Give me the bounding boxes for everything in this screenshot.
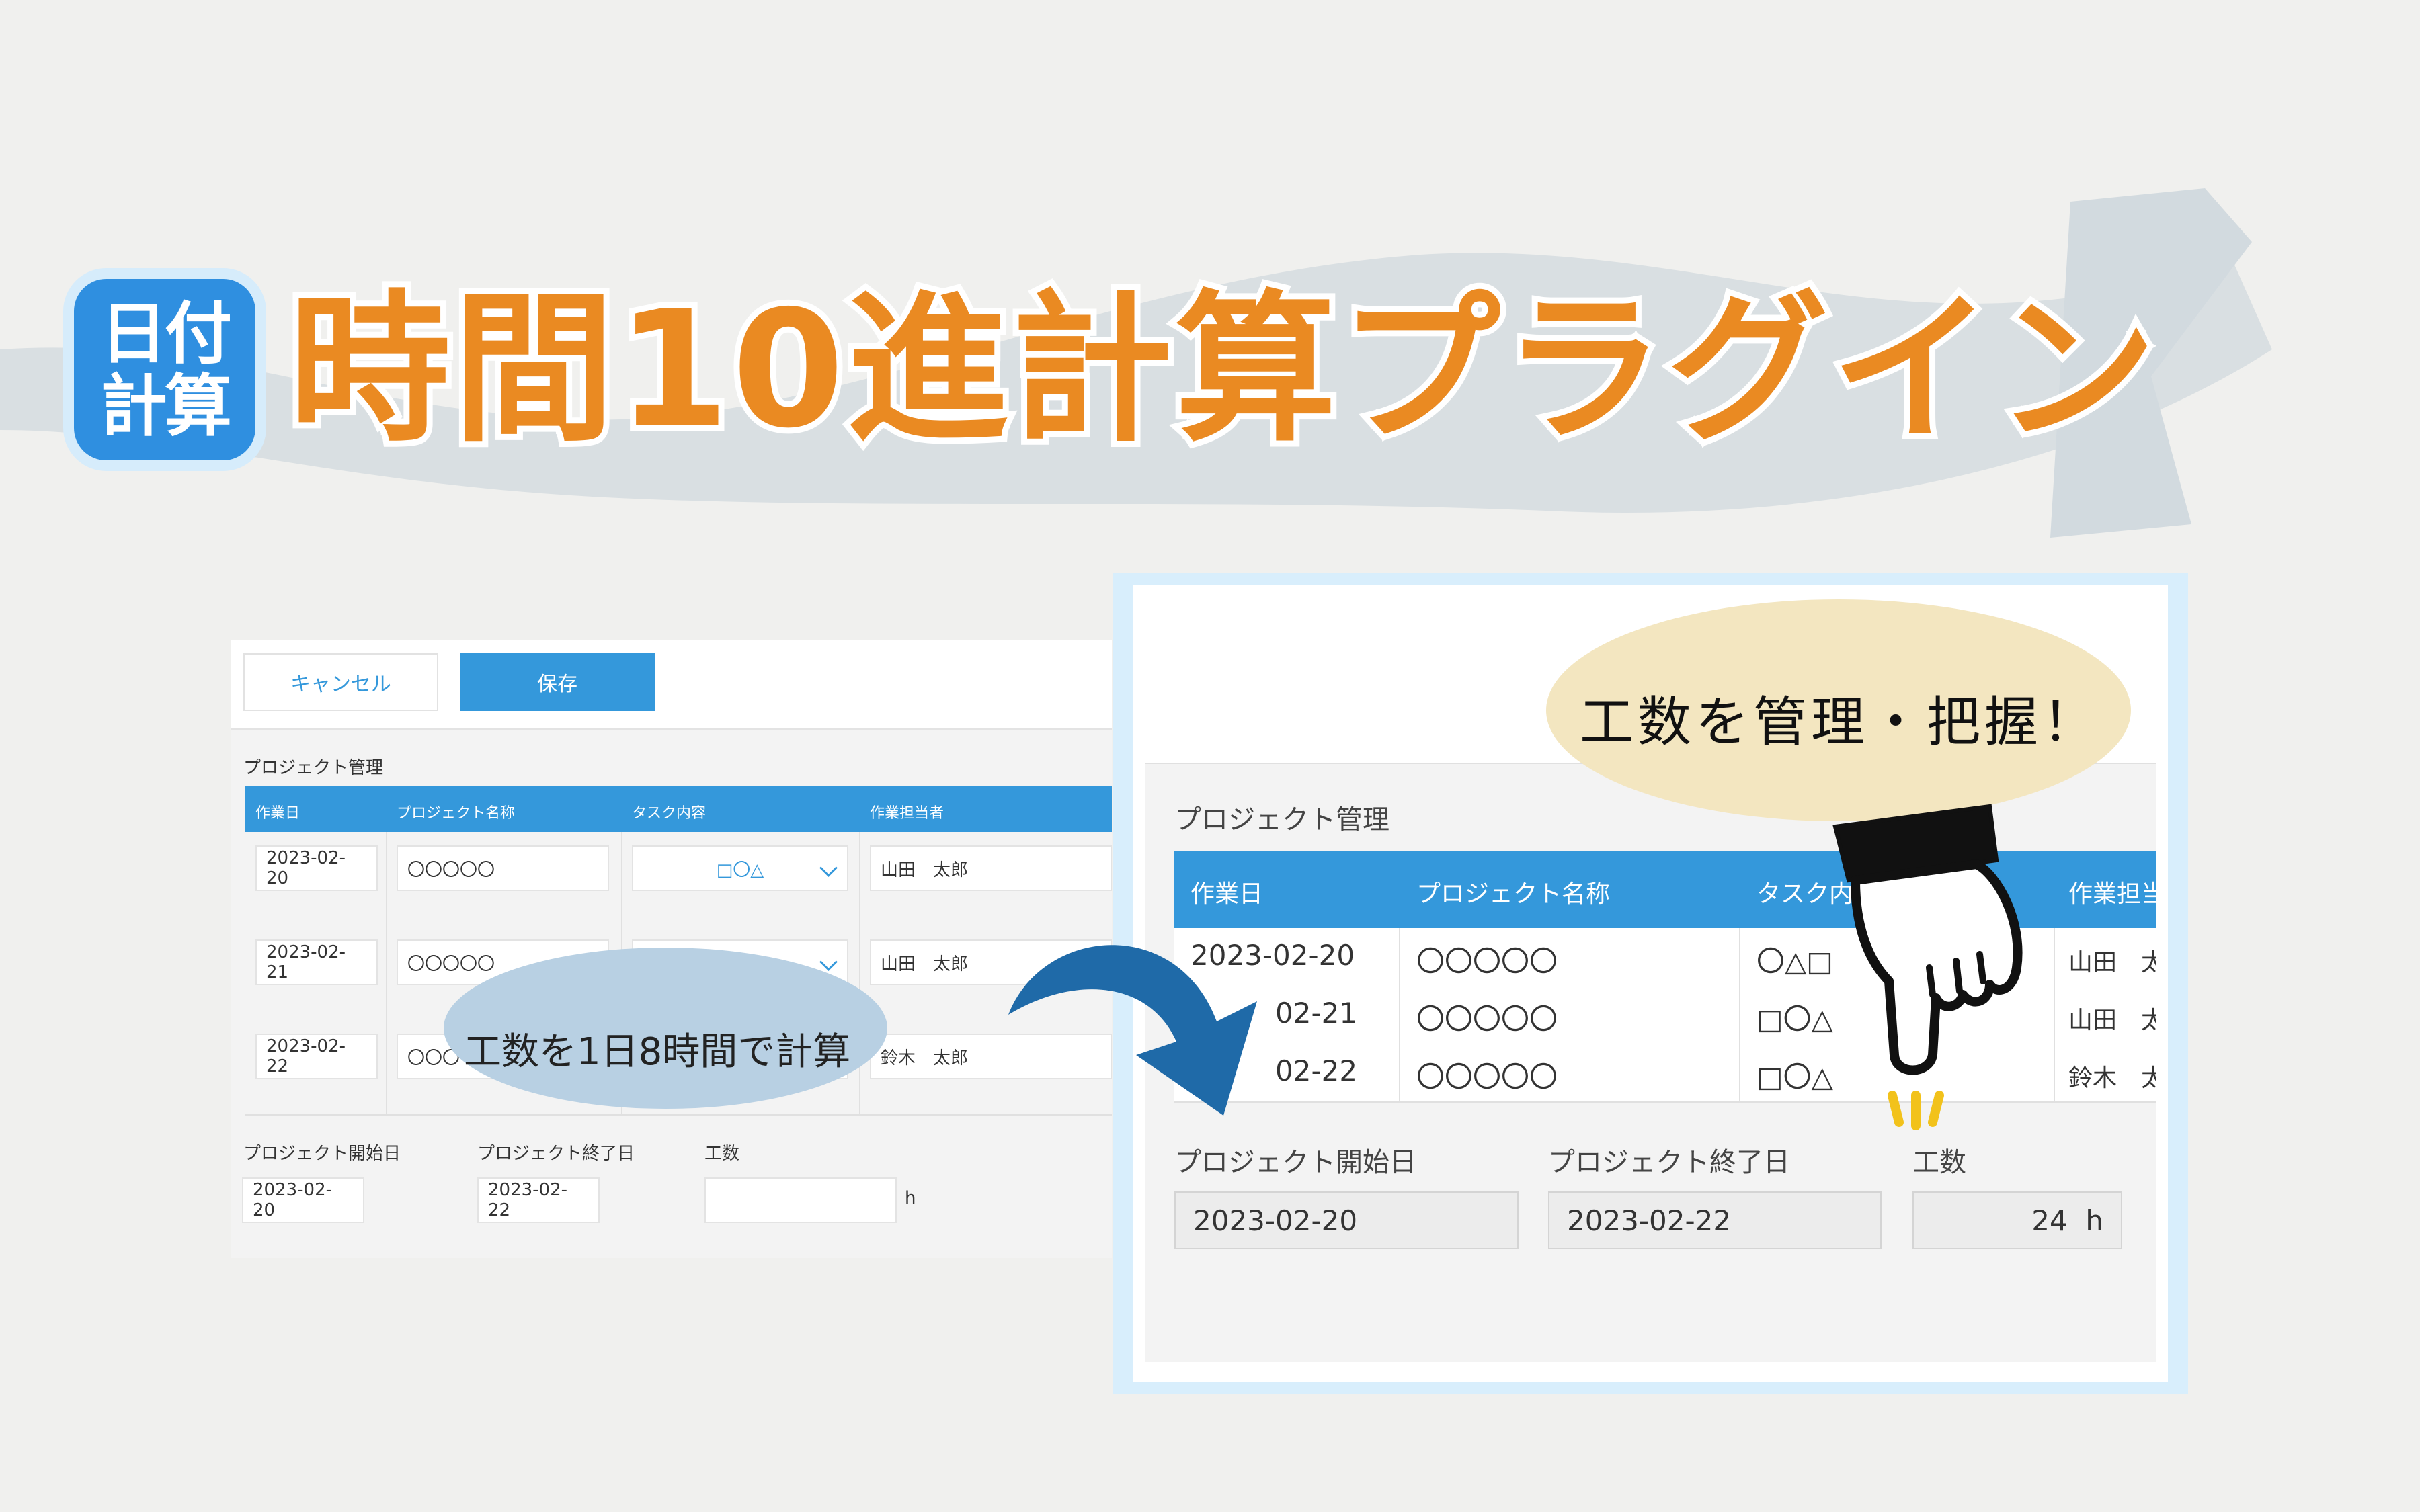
start-date-field[interactable]: 2023-02-20 bbox=[242, 1177, 364, 1223]
end-date-label: プロジェクト終了日 bbox=[477, 1144, 635, 1164]
section-label: プロジェクト管理 bbox=[243, 758, 384, 778]
column-header-date: 作業日 bbox=[1191, 880, 1264, 908]
project-name-field[interactable]: 〇〇〇〇〇 bbox=[397, 845, 609, 891]
effort-field[interactable]: 24 h bbox=[1912, 1191, 2122, 1249]
page-title: 時間10進計算プラグイン bbox=[283, 276, 2163, 464]
start-date-label: プロジェクト開始日 bbox=[1174, 1147, 1416, 1178]
task-cell: 〇△□ bbox=[1757, 945, 1833, 978]
column-header-person: 作業担当 bbox=[2068, 880, 2156, 908]
person-cell: 鈴木 太 bbox=[2068, 1064, 2156, 1092]
cancel-button[interactable]: キャンセル bbox=[243, 653, 438, 711]
column-header-project-name: プロジェクト名称 bbox=[397, 805, 516, 822]
app-icon-line2: 計算 bbox=[100, 367, 232, 446]
save-button[interactable]: 保存 bbox=[460, 653, 655, 711]
start-date-label: プロジェクト開始日 bbox=[243, 1144, 401, 1164]
end-date-field[interactable]: 2023-02-22 bbox=[1548, 1191, 1882, 1249]
callout-text-left: 工数を1日8時間で計算 bbox=[464, 1030, 851, 1074]
task-select-value: □〇△ bbox=[716, 859, 764, 880]
table-row: 2023-02-20 〇〇〇〇〇 □〇△ 山田 太郎 bbox=[245, 832, 1112, 927]
left-toolbar: キャンセル 保存 bbox=[231, 640, 1112, 730]
task-cell: □〇△ bbox=[1757, 1060, 1833, 1093]
pointing-hand-icon bbox=[1832, 804, 2023, 1130]
curved-arrow-icon bbox=[1008, 945, 1257, 1116]
person-field[interactable]: 山田 太郎 bbox=[870, 845, 1112, 891]
column-header-project-name: プロジェクト名称 bbox=[1416, 880, 1611, 908]
task-select[interactable]: □〇△ bbox=[632, 845, 848, 891]
date-field[interactable]: 2023-02-22 bbox=[255, 1034, 378, 1079]
effort-field[interactable] bbox=[704, 1177, 897, 1223]
date-cell: 02-21 bbox=[1275, 997, 1358, 1030]
column-header-person: 作業担当者 bbox=[870, 805, 944, 822]
person-cell: 山田 太 bbox=[2068, 1007, 2156, 1034]
effort-unit: h bbox=[905, 1188, 916, 1208]
column-header-task: タスク内容 bbox=[632, 805, 707, 822]
task-cell: □〇△ bbox=[1757, 1003, 1833, 1036]
date-cell: 02-22 bbox=[1275, 1054, 1358, 1087]
end-date-field[interactable]: 2023-02-22 bbox=[477, 1177, 600, 1223]
person-cell: 山田 太 bbox=[2068, 949, 2156, 976]
app-icon: 日付 計算 bbox=[74, 279, 255, 460]
effort-label: 工数 bbox=[704, 1144, 740, 1164]
end-date-label: プロジェクト終了日 bbox=[1548, 1147, 1790, 1178]
project-name-cell: 〇〇〇〇〇 bbox=[1416, 945, 1558, 978]
chevron-down-icon bbox=[819, 953, 838, 971]
callout-text-right: 工数を管理・把握！ bbox=[1580, 691, 2100, 753]
section-label: プロジェクト管理 bbox=[1174, 804, 1389, 835]
project-name-cell: 〇〇〇〇〇 bbox=[1416, 1060, 1558, 1093]
column-header-date: 作業日 bbox=[255, 805, 300, 822]
date-field[interactable]: 2023-02-21 bbox=[255, 939, 378, 985]
date-field[interactable]: 2023-02-20 bbox=[255, 845, 378, 891]
start-date-field[interactable]: 2023-02-20 bbox=[1174, 1191, 1519, 1249]
app-icon-line1: 日付 bbox=[100, 294, 232, 373]
chevron-down-icon bbox=[819, 859, 838, 877]
table-header: 作業日 プロジェクト名称 タスク内容 作業担当者 bbox=[245, 786, 1112, 832]
project-name-cell: 〇〇〇〇〇 bbox=[1416, 1003, 1558, 1036]
